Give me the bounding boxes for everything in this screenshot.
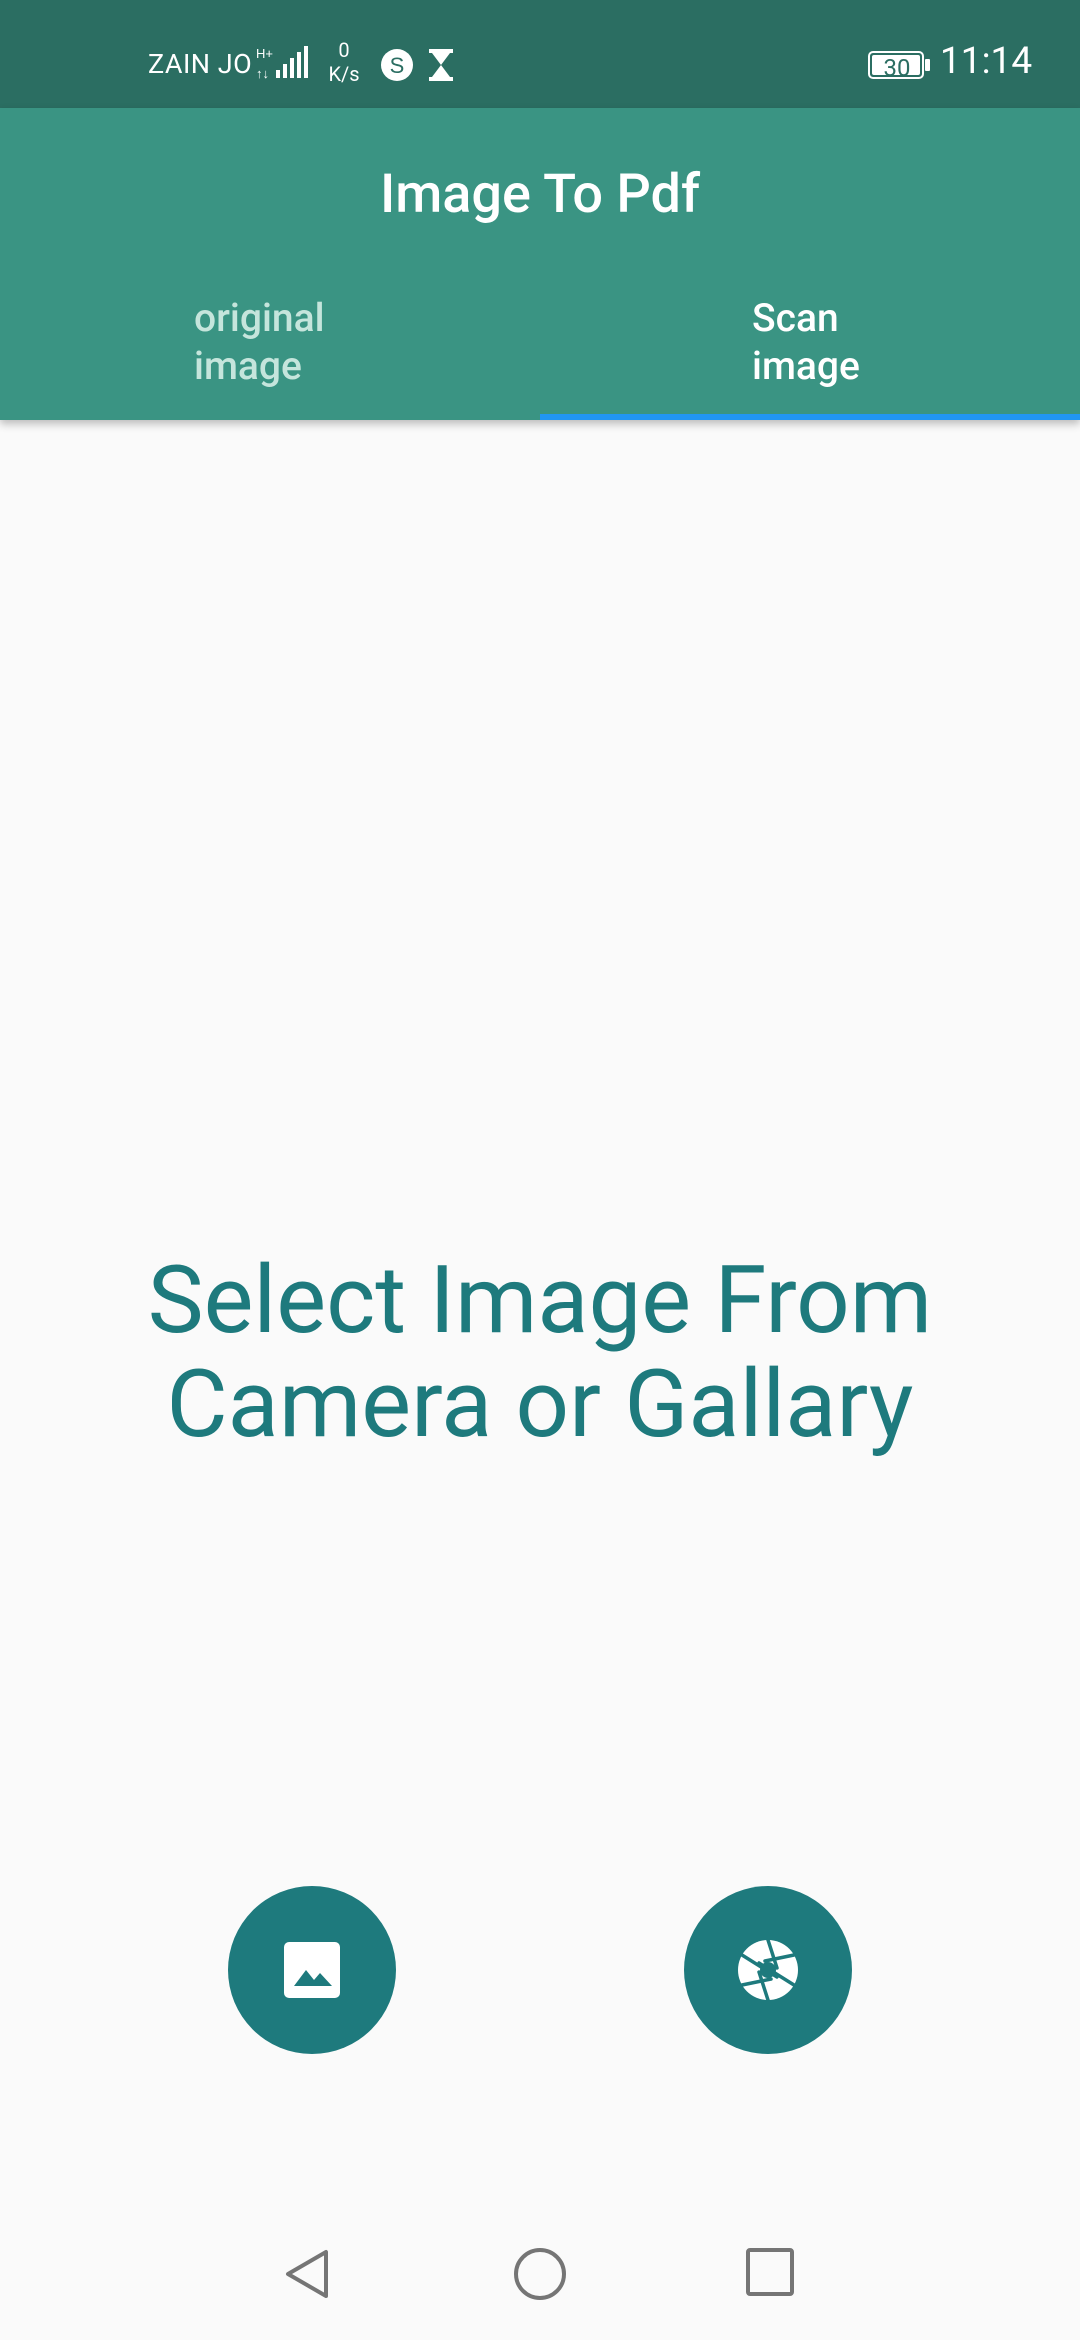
empty-state-line1: Select Image From: [147, 1245, 933, 1355]
page-title: Image To Pdf: [379, 163, 701, 226]
network-speed-unit: K/s: [328, 62, 360, 86]
home-icon[interactable]: [510, 2246, 570, 2306]
tab-label-line2: image: [752, 343, 860, 389]
tab-indicator: [540, 414, 1080, 420]
status-bar: ZAIN JO H+ ↑↓ 0 K/s S 30 11:14: [0, 0, 1080, 108]
image-icon: [284, 1942, 340, 1998]
gallery-button[interactable]: [228, 1886, 396, 2054]
app-bar: Image To Pdf original image Scan image: [0, 108, 1080, 420]
tab-label-line1: original: [194, 295, 325, 341]
network-speed-value: 0: [338, 38, 350, 62]
svg-text:S: S: [390, 53, 405, 78]
clock: 11:14: [940, 40, 1033, 83]
carrier-name: ZAIN JO: [148, 48, 253, 80]
svg-text:H+: H+: [256, 46, 273, 61]
tab-scan-image[interactable]: Scan image: [752, 294, 860, 390]
navigation-bar: [0, 2210, 1080, 2340]
sync-icon: S: [381, 49, 413, 81]
tab-label-line1: Scan: [752, 295, 839, 341]
tab-original-image[interactable]: original image: [194, 294, 325, 390]
hourglass-icon: [429, 49, 453, 81]
svg-text:↑↓: ↑↓: [256, 66, 269, 80]
recents-icon[interactable]: [742, 2246, 798, 2302]
camera-button[interactable]: [684, 1886, 852, 2054]
empty-state-line2: Camera or Gallary: [166, 1349, 914, 1459]
signal-icon: H+ ↑↓: [256, 46, 308, 80]
empty-state-message: Select Image From Camera or Gallary: [0, 1248, 1080, 1456]
network-speed: 0 K/s: [326, 38, 362, 86]
back-icon[interactable]: [280, 2246, 336, 2302]
camera-shutter-icon: [738, 1940, 798, 2000]
battery-level: 30: [883, 54, 911, 82]
tab-label-line2: image: [194, 343, 302, 389]
